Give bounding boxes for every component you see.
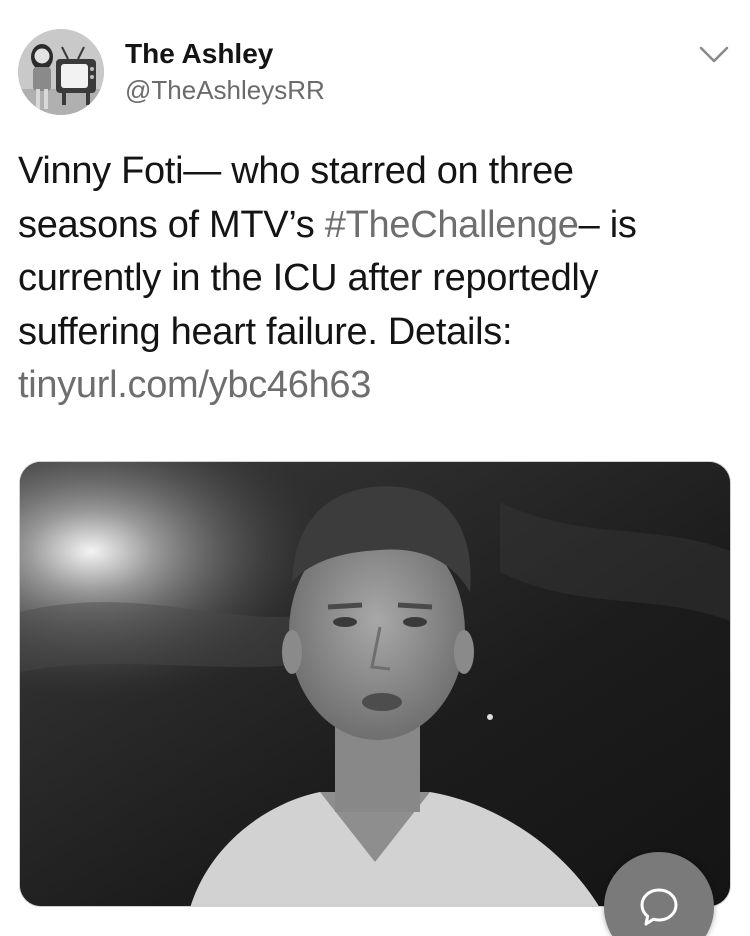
- chevron-down-icon: [699, 46, 729, 63]
- tweet-card: The Ashley @TheAshleysRR Vinny Foti— who…: [0, 0, 750, 936]
- hashtag-link[interactable]: #TheChallenge: [325, 204, 579, 246]
- author-handle[interactable]: @TheAshleysRR: [125, 75, 325, 106]
- tweet-menu-button[interactable]: [696, 40, 732, 68]
- tweet-text: Vinny Foti— who starred on three seasons…: [18, 145, 718, 413]
- tweet-text-line-3: currently in the ICU after reportedly: [18, 257, 599, 299]
- tweet-text-line-5: tinyurl.com/ybc46h63: [18, 359, 718, 413]
- tweet-media-image[interactable]: [19, 461, 731, 907]
- tweet-text-line-4: suffering heart failure. Details:: [18, 310, 513, 353]
- author-avatar[interactable]: [18, 29, 104, 115]
- tweet-text-line-2: seasons of MTV’s #TheChallenge– is: [18, 203, 637, 246]
- author-name[interactable]: The Ashley: [125, 38, 273, 70]
- url-link[interactable]: tinyurl.com/ybc46h63: [18, 364, 371, 406]
- tweet-text-line-1: Vinny Foti— who starred on three: [18, 150, 574, 192]
- media-photo: [20, 462, 730, 906]
- tv-avatar-icon: [18, 29, 104, 115]
- speech-bubble-icon: [640, 888, 678, 926]
